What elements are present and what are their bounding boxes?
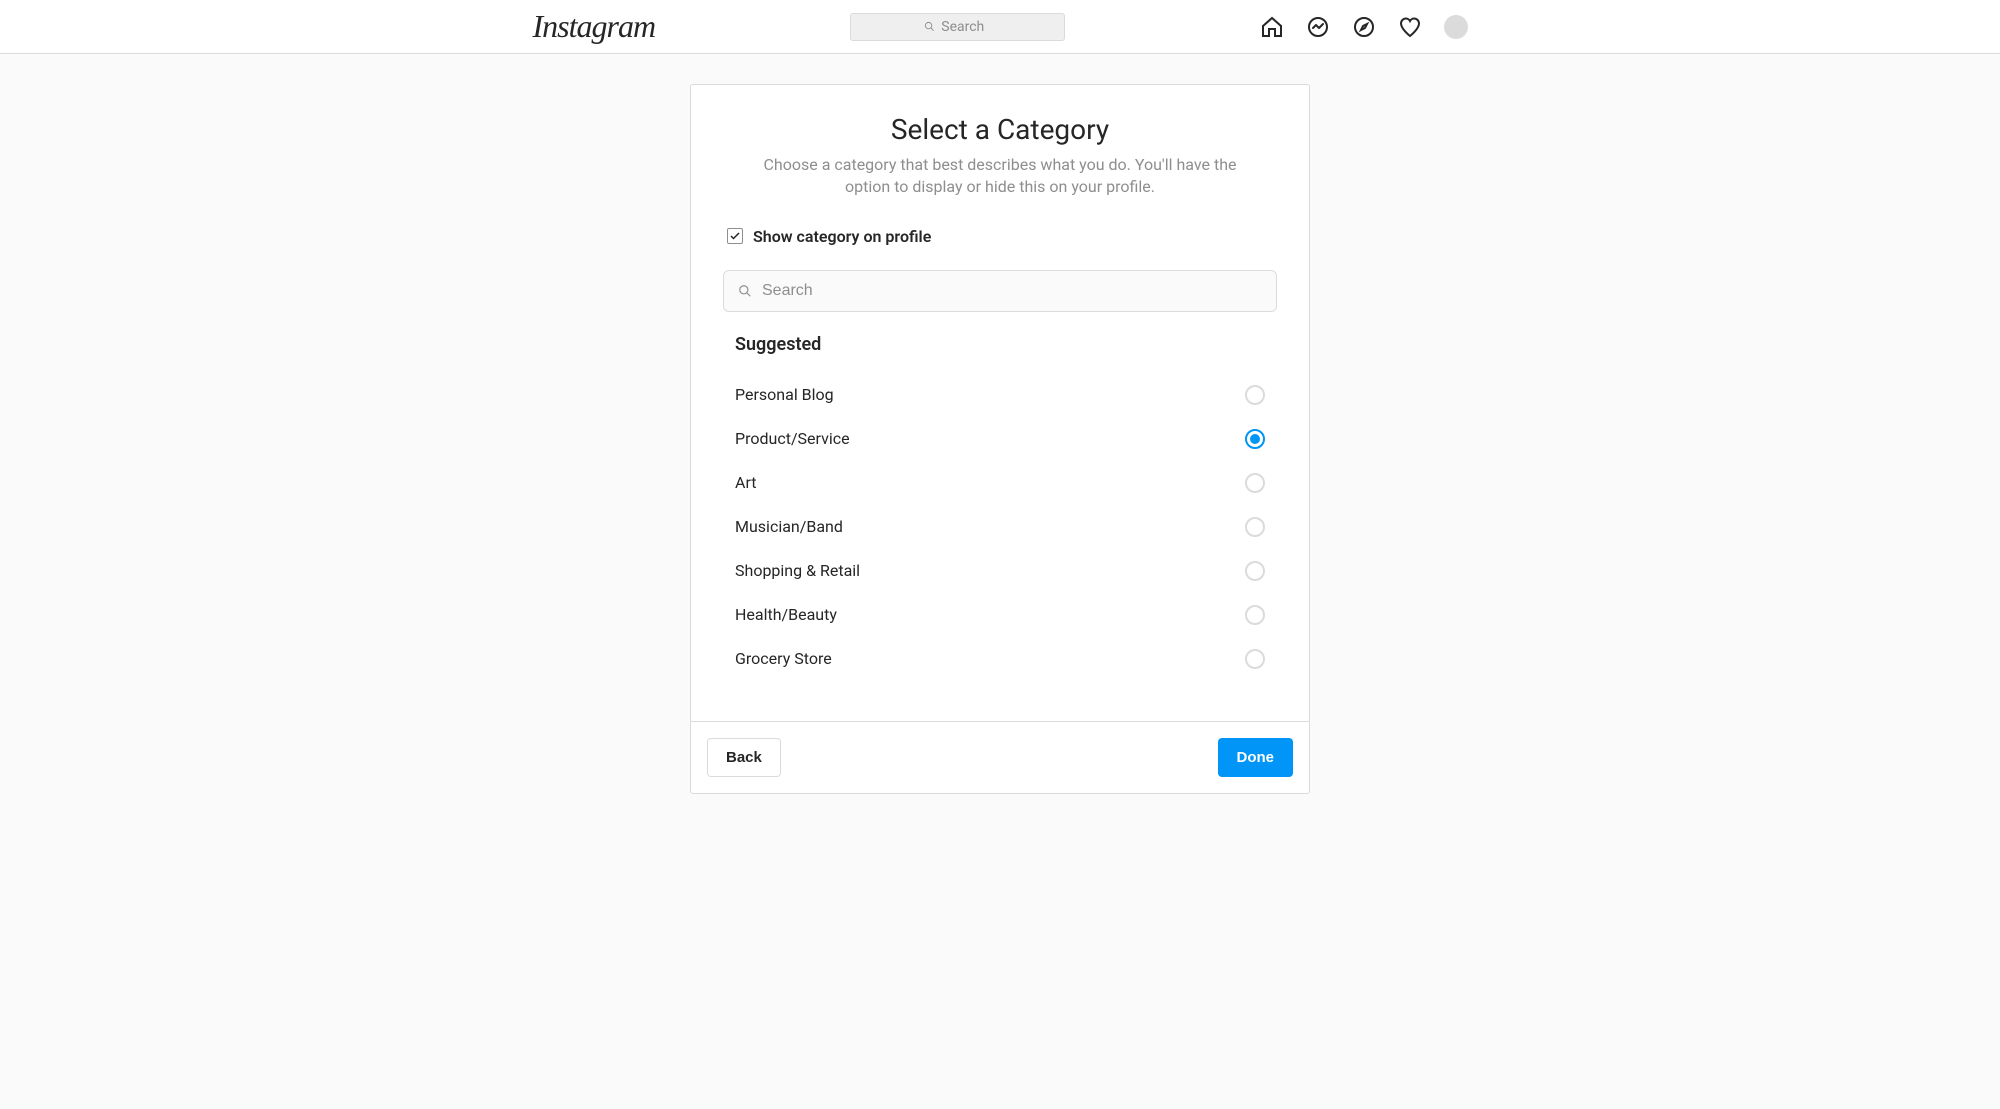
- category-label: Art: [735, 473, 756, 492]
- explore-icon[interactable]: [1352, 15, 1376, 39]
- category-radio[interactable]: [1245, 385, 1265, 405]
- category-item[interactable]: Health/Beauty: [723, 593, 1277, 637]
- category-radio[interactable]: [1245, 605, 1265, 625]
- show-category-checkbox[interactable]: [727, 228, 743, 244]
- show-category-row[interactable]: Show category on profile: [723, 227, 1277, 246]
- category-label: Health/Beauty: [735, 605, 837, 624]
- suggested-title: Suggested: [723, 334, 1277, 355]
- done-button[interactable]: Done: [1218, 738, 1294, 777]
- category-radio[interactable]: [1245, 649, 1265, 669]
- avatar[interactable]: [1444, 15, 1468, 39]
- home-icon[interactable]: [1260, 15, 1284, 39]
- heart-icon[interactable]: [1398, 15, 1422, 39]
- card-footer: Back Done: [691, 721, 1309, 793]
- show-category-label: Show category on profile: [753, 227, 931, 246]
- category-label: Shopping & Retail: [735, 561, 860, 580]
- category-label: Product/Service: [735, 429, 850, 448]
- category-radio[interactable]: [1245, 429, 1265, 449]
- category-label: Grocery Store: [735, 649, 832, 668]
- category-item[interactable]: Musician/Band: [723, 505, 1277, 549]
- top-navigation: Instagram Search: [0, 0, 2000, 54]
- search-icon: [738, 284, 752, 298]
- global-search-placeholder: Search: [941, 19, 984, 35]
- search-icon: [924, 21, 935, 32]
- category-list: Personal Blog Product/Service Art Musician/…: [723, 373, 1277, 681]
- card-title: Select a Category: [723, 113, 1277, 146]
- card-body: Select a Category Choose a category that…: [691, 85, 1309, 721]
- category-label: Personal Blog: [735, 385, 834, 404]
- category-search[interactable]: [723, 270, 1277, 312]
- top-navigation-inner: Instagram Search: [513, 8, 1488, 45]
- category-search-input[interactable]: [762, 282, 1262, 300]
- check-icon: [729, 230, 741, 242]
- category-radio[interactable]: [1245, 473, 1265, 493]
- instagram-logo[interactable]: Instagram: [533, 8, 656, 45]
- nav-icons: [1260, 15, 1468, 39]
- category-radio[interactable]: [1245, 517, 1265, 537]
- messenger-icon[interactable]: [1306, 15, 1330, 39]
- main-content: Select a Category Choose a category that…: [0, 54, 2000, 794]
- category-card: Select a Category Choose a category that…: [690, 84, 1310, 794]
- card-subtitle: Choose a category that best describes wh…: [723, 154, 1277, 199]
- category-item[interactable]: Product/Service: [723, 417, 1277, 461]
- category-label: Musician/Band: [735, 517, 843, 536]
- category-radio[interactable]: [1245, 561, 1265, 581]
- global-search[interactable]: Search: [850, 13, 1065, 41]
- category-item[interactable]: Grocery Store: [723, 637, 1277, 681]
- back-button[interactable]: Back: [707, 738, 781, 777]
- category-item[interactable]: Art: [723, 461, 1277, 505]
- category-item[interactable]: Shopping & Retail: [723, 549, 1277, 593]
- category-item[interactable]: Personal Blog: [723, 373, 1277, 417]
